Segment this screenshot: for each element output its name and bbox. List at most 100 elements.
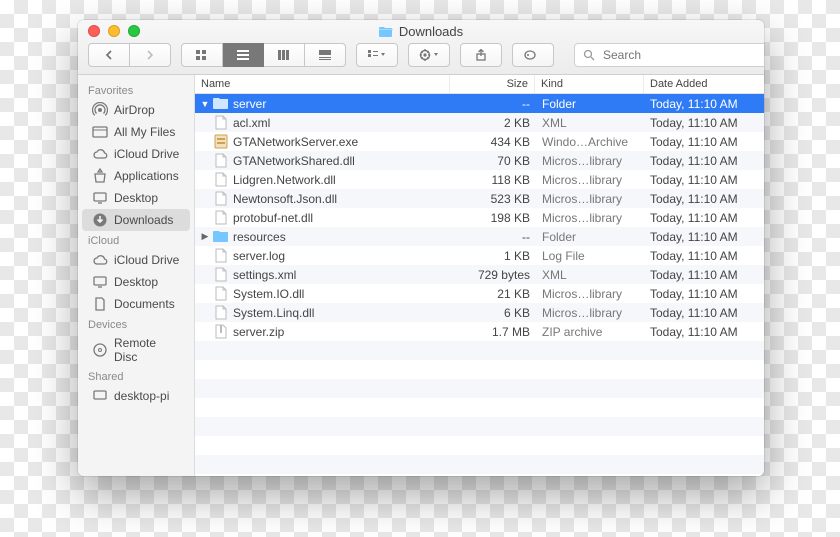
titlebar: Downloads <box>78 20 764 75</box>
view-coverflow-button[interactable] <box>305 43 346 67</box>
sidebar-item-desktop[interactable]: Desktop <box>82 187 190 209</box>
file-icon <box>213 210 229 226</box>
file-date: Today, 11:10 AM <box>644 306 764 320</box>
tags-button[interactable] <box>512 43 554 67</box>
column-size[interactable]: Size <box>450 75 535 93</box>
sidebar-item-label: iCloud Drive <box>114 253 179 267</box>
file-date: Today, 11:10 AM <box>644 268 764 282</box>
empty-row <box>195 417 764 436</box>
sidebar-item-all-my-files[interactable]: All My Files <box>82 121 190 143</box>
file-date: Today, 11:10 AM <box>644 211 764 225</box>
zip-icon <box>213 324 229 340</box>
file-date: Today, 11:10 AM <box>644 192 764 206</box>
sidebar-item-documents[interactable]: Documents <box>82 293 190 315</box>
column-date[interactable]: Date Added <box>644 75 764 93</box>
view-columns-button[interactable] <box>264 43 305 67</box>
sidebar-item-label: AirDrop <box>114 103 155 117</box>
minimize-button[interactable] <box>108 25 120 37</box>
file-name: server.zip <box>233 325 284 339</box>
column-kind[interactable]: Kind <box>535 75 644 93</box>
file-row[interactable]: GTANetworkShared.dll 70 KBMicros…libraryT… <box>195 151 764 170</box>
empty-row <box>195 398 764 417</box>
view-buttons <box>181 43 346 67</box>
file-name: acl.xml <box>233 116 270 130</box>
file-date: Today, 11:10 AM <box>644 325 764 339</box>
file-icon <box>213 248 229 264</box>
file-row[interactable]: Newtonsoft.Json.dll523 KBMicros…libraryT… <box>195 189 764 208</box>
traffic-lights <box>88 25 140 37</box>
column-name[interactable]: Name <box>195 75 450 93</box>
view-list-button[interactable] <box>223 43 264 67</box>
empty-row <box>195 474 764 476</box>
view-icons-button[interactable] <box>181 43 223 67</box>
sidebar-item-applications[interactable]: Applications <box>82 165 190 187</box>
disclosure-icon[interactable]: ▶ <box>201 231 209 242</box>
file-size: 729 bytes <box>452 268 536 282</box>
back-button[interactable] <box>88 43 130 67</box>
file-kind: Log File <box>536 249 644 263</box>
file-date: Today, 11:10 AM <box>644 116 764 130</box>
file-name: System.IO.dll <box>233 287 304 301</box>
file-size: 2 KB <box>452 116 536 130</box>
file-row[interactable]: server.zip1.7 MBZIP archiveToday, 11:10 … <box>195 322 764 341</box>
file-row[interactable]: ▶resources--FolderToday, 11:10 AM <box>195 227 764 246</box>
file-size: 118 KB <box>452 173 536 187</box>
folder-icon <box>213 229 229 245</box>
sidebar-item-icloud-drive[interactable]: iCloud Drive <box>82 143 190 165</box>
screen-icon <box>92 388 108 404</box>
file-name: resources <box>233 230 286 244</box>
file-size: 21 KB <box>452 287 536 301</box>
sidebar-heading: Favorites <box>78 81 194 99</box>
sidebar-item-label: Remote Disc <box>114 336 182 364</box>
file-row[interactable]: protobuf-net.dll198 KBMicros…libraryToda… <box>195 208 764 227</box>
sidebar-item-downloads[interactable]: Downloads <box>82 209 190 231</box>
file-size: 6 KB <box>452 306 536 320</box>
file-date: Today, 11:10 AM <box>644 154 764 168</box>
file-size: 434 KB <box>452 135 536 149</box>
file-row[interactable]: System.Linq.dll 6 KBMicros…libraryToday, … <box>195 303 764 322</box>
file-row[interactable]: settings.xml729 bytesXMLToday, 11:10 AM <box>195 265 764 284</box>
zoom-button[interactable] <box>128 25 140 37</box>
search-field[interactable] <box>574 43 764 67</box>
file-size: -- <box>452 230 536 244</box>
action-button[interactable] <box>408 43 450 67</box>
arrange-button[interactable] <box>356 43 398 67</box>
file-row[interactable]: System.IO.dll21 KBMicros…libraryToday, 1… <box>195 284 764 303</box>
sidebar-item-airdrop[interactable]: AirDrop <box>82 99 190 121</box>
sidebar-item-remote-disc[interactable]: Remote Disc <box>82 333 190 367</box>
disclosure-icon[interactable]: ▼ <box>201 99 209 109</box>
file-kind: Micros…library <box>536 154 644 168</box>
file-row[interactable]: server.log1 KBLog FileToday, 11:10 AM <box>195 246 764 265</box>
desktop-icon <box>92 274 108 290</box>
file-row[interactable]: GTANetworkServer.exe434 KBWindo…ArchiveT… <box>195 132 764 151</box>
file-row[interactable]: acl.xml2 KBXMLToday, 11:10 AM <box>195 113 764 132</box>
sidebar-heading: Shared <box>78 367 194 385</box>
file-size: 70 KB <box>452 154 536 168</box>
file-row[interactable]: ▼server--FolderToday, 11:10 AM <box>195 94 764 113</box>
close-button[interactable] <box>88 25 100 37</box>
file-date: Today, 11:10 AM <box>644 249 764 263</box>
file-name: server <box>233 97 266 111</box>
file-icon <box>213 115 229 131</box>
file-kind: Micros…library <box>536 173 644 187</box>
sidebar-item-desktop[interactable]: Desktop <box>82 271 190 293</box>
empty-row <box>195 436 764 455</box>
file-date: Today, 11:10 AM <box>644 230 764 244</box>
file-name: GTANetworkShared.dll <box>233 154 355 168</box>
file-kind: Windo…Archive <box>536 135 644 149</box>
file-row[interactable]: Lidgren.Network.dll118 KBMicros…libraryT… <box>195 170 764 189</box>
file-kind: Micros…library <box>536 306 644 320</box>
file-name: protobuf-net.dll <box>233 211 313 225</box>
empty-row <box>195 455 764 474</box>
file-kind: XML <box>536 268 644 282</box>
file-name: System.Linq.dll <box>233 306 314 320</box>
search-input[interactable] <box>601 47 760 63</box>
share-button[interactable] <box>460 43 502 67</box>
forward-button[interactable] <box>130 43 171 67</box>
desktop-icon <box>92 190 108 206</box>
disc-icon <box>92 342 108 358</box>
downloads-icon <box>92 212 108 228</box>
sidebar-item-desktop-pi[interactable]: desktop-pi <box>82 385 190 407</box>
sidebar-item-icloud-drive[interactable]: iCloud Drive <box>82 249 190 271</box>
file-size: 198 KB <box>452 211 536 225</box>
